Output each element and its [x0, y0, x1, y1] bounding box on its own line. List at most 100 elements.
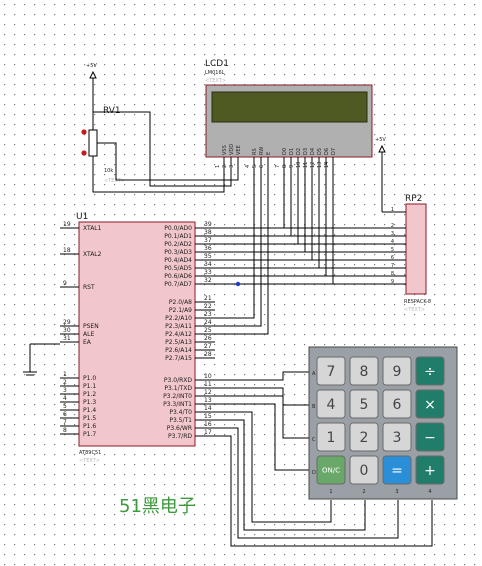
keypad-key-label: +	[424, 463, 436, 479]
u1-pin-name: P1.1	[83, 383, 96, 390]
u1-pin-number: 13	[204, 397, 212, 404]
keypad-key[interactable]: 6	[382, 389, 412, 419]
keypad-key[interactable]: 8	[349, 356, 379, 386]
vcc-label: +5V	[86, 63, 97, 69]
rp2-part: RESPACK-8	[404, 299, 431, 305]
keypad-key[interactable]: −	[415, 422, 445, 452]
lcd-pin-name: RS	[252, 148, 258, 155]
keypad-col-label: 1	[329, 489, 332, 495]
lcd-pin-number: 14	[324, 162, 330, 168]
u1-pin-number: 29	[63, 319, 71, 326]
keypad-key-label: 8	[360, 364, 369, 380]
lcd-pin-number: 10	[296, 162, 302, 168]
watermark-text: 51黑电子	[119, 496, 196, 517]
u1-pin-name: EA	[83, 339, 92, 346]
keypad-key[interactable]: ÷	[415, 356, 445, 386]
u1-pin-number: 26	[204, 335, 212, 342]
u1-pin-name: P2.5/A13	[165, 339, 192, 346]
keypad-key-label: ON/C	[322, 467, 340, 475]
u1-pin-number: 25	[204, 327, 212, 334]
u1-pin-number: 17	[204, 429, 212, 436]
lcd-part: LM016L	[205, 70, 225, 76]
u1-pin-number: 33	[204, 269, 212, 276]
u1-pin-name: P3.1/TXD	[164, 385, 192, 392]
u1-pin-name: P0.5/AD5	[164, 265, 192, 272]
u1-pin-number: 5	[63, 403, 67, 410]
u1-pin-number: 22	[204, 303, 212, 310]
keypad-key-label: 3	[393, 430, 402, 446]
lcd-pin-name: D2	[296, 148, 302, 155]
rp2-text-tag: <TEXT>	[404, 307, 425, 313]
u1-pin-number: 34	[204, 261, 212, 268]
rv1-ref: RV1	[103, 106, 121, 116]
keypad-key[interactable]: 5	[349, 389, 379, 419]
u1-pin-name: P0.7/AD7	[164, 281, 192, 288]
keypad-key[interactable]: 9	[382, 356, 412, 386]
vcc-label: +5V	[375, 137, 386, 143]
u1-pin-name: P1.2	[83, 391, 96, 398]
keypad-4x4[interactable]: 7 8 9 ÷ 4 5 6 × 1 2 3 − ON/C 0 = + A B C D 1 2 3 4	[308, 346, 458, 500]
u1-pin-number: 6	[63, 411, 67, 418]
u1-pin-name: P1.7	[83, 431, 96, 438]
keypad-key[interactable]: ×	[415, 389, 445, 419]
u1-pin-number: 9	[63, 280, 67, 287]
u1-pin-number: 15	[204, 413, 212, 420]
keypad-key[interactable]: 1	[316, 422, 346, 452]
u1-pin-number: 27	[204, 343, 212, 350]
u1-part: AT89C51	[79, 450, 101, 456]
keypad-key[interactable]: +	[415, 455, 445, 485]
keypad-col-label: 2	[362, 489, 365, 495]
u1-pin-number: 37	[204, 237, 212, 244]
u1-pin-number: 18	[63, 247, 71, 254]
u1-pin-name: P3.5/T1	[169, 417, 192, 424]
lcd-pin-number: 11	[303, 162, 309, 168]
lcd-pin-name: VDD	[229, 144, 235, 155]
u1-ref: U1	[76, 212, 88, 222]
lcd-text-tag: <TEXT>	[205, 78, 226, 84]
keypad-key[interactable]: =	[382, 455, 412, 485]
lcd-pin-name: D5	[317, 148, 323, 155]
lcd-screen	[211, 91, 368, 123]
u1-pin-name: P3.0/RXD	[164, 377, 192, 384]
u1-pin-name: P3.7/RD	[168, 433, 192, 440]
lcd-pin-name: D6	[324, 148, 330, 155]
u1-pin-number: 31	[63, 335, 71, 342]
lcd-pin-number: 5	[252, 165, 258, 168]
u1-pin-name: ALE	[83, 331, 94, 338]
u1-pin-name: P0.2/AD2	[164, 241, 192, 248]
keypad-key[interactable]: 0	[349, 455, 379, 485]
u1-pin-name: XTAL2	[83, 251, 102, 258]
u1-pin-name: P1.0	[83, 375, 96, 382]
u1-pin-number: 8	[63, 427, 67, 434]
lcd-pin-number: 4	[245, 165, 251, 168]
keypad-key-label: 6	[393, 397, 402, 413]
u1-pin-number: 12	[204, 389, 212, 396]
lcd-pin-name: VEE	[236, 145, 242, 155]
lcd-pin-name: VSS	[222, 145, 228, 155]
u1-pin-name: P2.2/A10	[165, 315, 192, 322]
u1-pin-number: 10	[204, 373, 212, 380]
u1-pin-name: P1.5	[83, 415, 96, 422]
u1-pin-name: RST	[83, 284, 95, 291]
keypad-key[interactable]: ON/C	[316, 455, 346, 485]
keypad-key[interactable]: 2	[349, 422, 379, 452]
u1-pin-number: 39	[204, 221, 212, 228]
u1-pin-name: P1.6	[83, 423, 96, 430]
keypad-key[interactable]: 4	[316, 389, 346, 419]
u1-pin-name: XTAL1	[83, 225, 102, 232]
u1-pin-number: 19	[63, 221, 71, 228]
lcd-pin-number: 6	[259, 165, 265, 168]
keypad-key-label: −	[424, 430, 436, 446]
keypad-key-label: 1	[327, 430, 336, 446]
lcd-pin-number: 8	[282, 165, 288, 168]
keypad-key[interactable]: 7	[316, 356, 346, 386]
lcd-pin-name: E	[266, 152, 272, 155]
u1-pin-number: 36	[204, 245, 212, 252]
lcd-pin-number: 7	[275, 165, 281, 168]
keypad-key-label: 2	[360, 430, 369, 446]
keypad-key-label: =	[391, 463, 403, 479]
keypad-key[interactable]: 3	[382, 422, 412, 452]
lcd-pin-name: D0	[282, 148, 288, 155]
keypad-key-label: 4	[327, 397, 336, 413]
lcd-pin-name: D4	[310, 148, 316, 155]
